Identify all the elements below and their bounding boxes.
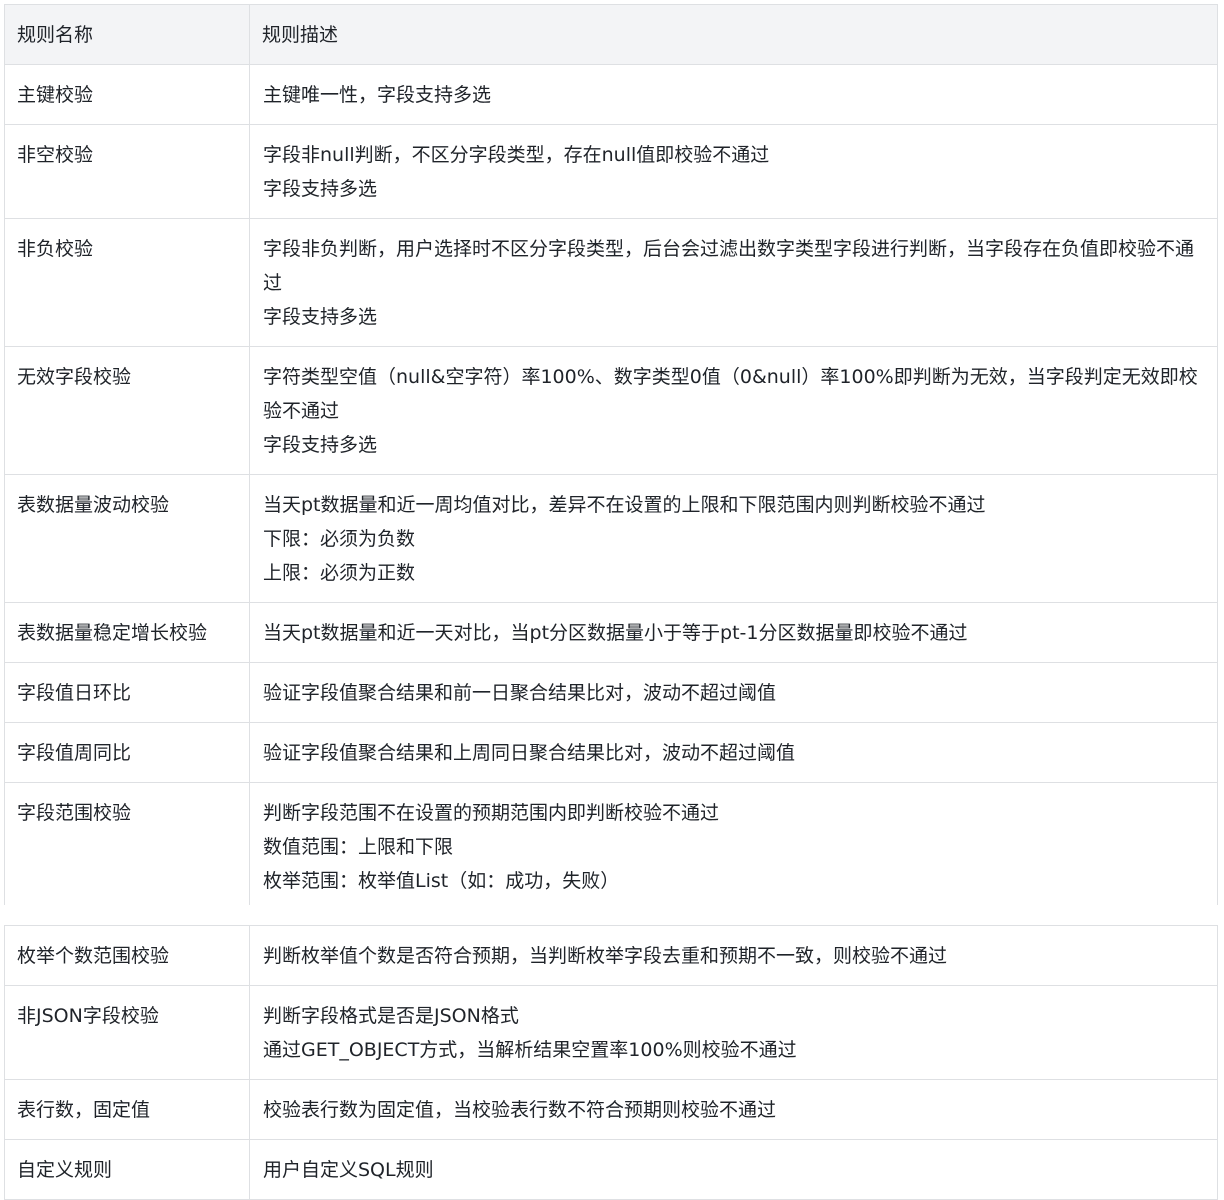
rule-name-cell: 枚举个数范围校验: [4, 925, 250, 986]
rules-table-body: 主键校验 主键唯一性，字段支持多选 非空校验 字段非null判断，不区分字段类型，存在…: [4, 64, 1218, 911]
rule-name-cell: 表行数，固定值: [4, 1079, 250, 1140]
rule-description-line: 字符类型空值（null&空字符）率100%、数字类型0值（0&null）率100…: [263, 366, 1198, 422]
rule-name-cell: 无效字段校验: [4, 346, 250, 475]
rule-description-line: 当天pt数据量和近一天对比，当pt分区数据量小于等于pt-1分区数据量即校验不通…: [263, 622, 968, 644]
rule-name-cell: 主键校验: [4, 64, 250, 125]
rule-description-line: 判断字段范围不在设置的预期范围内即判断校验不通过: [263, 802, 720, 824]
rule-description-cell: 用户自定义SQL规则: [249, 1139, 1218, 1200]
rule-description-cell: 字段非null判断，不区分字段类型，存在null值即校验不通过 字段支持多选: [249, 124, 1218, 219]
table-row: 表数据量稳定增长校验 当天pt数据量和近一天对比，当pt分区数据量小于等于pt-1…: [4, 602, 1218, 663]
rule-description-line: 字段非null判断，不区分字段类型，存在null值即校验不通过: [263, 144, 770, 166]
table-row: 表行数，固定值 校验表行数为固定值，当校验表行数不符合预期则校验不通过: [4, 1079, 1218, 1140]
rule-description-line: 字段支持多选: [263, 306, 378, 328]
rule-description-cell: 验证字段值聚合结果和前一日聚合结果比对，波动不超过阈值: [249, 662, 1218, 723]
rule-description-line: 通过GET_OBJECT方式，当解析结果空置率100%则校验不通过: [263, 1039, 797, 1061]
rule-name-cell: 自定义规则: [4, 1139, 250, 1200]
table-row: 字段值日环比 验证字段值聚合结果和前一日聚合结果比对，波动不超过阈值: [4, 662, 1218, 723]
rule-description-line: 验证字段值聚合结果和前一日聚合结果比对，波动不超过阈值: [263, 682, 777, 704]
page-break-gap: [0, 905, 1224, 925]
table-header-row: 规则名称 规则描述: [4, 4, 1218, 65]
rule-name-cell: 表数据量波动校验: [4, 474, 250, 603]
rule-description-line: 枚举范围：枚举值List（如：成功，失败）: [263, 870, 620, 892]
rule-name-cell: 非负校验: [4, 218, 250, 347]
rule-description-line: 字段支持多选: [263, 434, 378, 456]
rule-description-line: 上限：必须为正数: [263, 562, 416, 584]
table-row: 非负校验 字段非负判断，用户选择时不区分字段类型，后台会过滤出数字类型字段进行判断…: [4, 218, 1218, 347]
table-row: 无效字段校验 字符类型空值（null&空字符）率100%、数字类型0值（0&nul…: [4, 346, 1218, 475]
rule-name-cell: 字段值日环比: [4, 662, 250, 723]
rule-description-line: 主键唯一性，字段支持多选: [263, 84, 492, 106]
column-header-description: 规则描述: [249, 4, 1218, 65]
column-header-name: 规则名称: [4, 4, 250, 65]
rule-name-cell: 非JSON字段校验: [4, 985, 250, 1080]
rules-table-body-continued: 枚举个数范围校验 判断枚举值个数是否符合预期，当判断枚举字段去重和预期不一致，则校…: [4, 925, 1218, 1200]
rule-description-line: 字段非负判断，用户选择时不区分字段类型，后台会过滤出数字类型字段进行判断，当字段…: [263, 238, 1195, 294]
table-row: 枚举个数范围校验 判断枚举值个数是否符合预期，当判断枚举字段去重和预期不一致，则校…: [4, 925, 1218, 986]
rule-description-cell: 字符类型空值（null&空字符）率100%、数字类型0值（0&null）率100…: [249, 346, 1218, 475]
table-row: 表数据量波动校验 当天pt数据量和近一周均值对比，差异不在设置的上限和下限范围内则…: [4, 474, 1218, 603]
rule-description-cell: 验证字段值聚合结果和上周同日聚合结果比对，波动不超过阈值: [249, 722, 1218, 783]
rule-description-line: 判断枚举值个数是否符合预期，当判断枚举字段去重和预期不一致，则校验不通过: [263, 945, 948, 967]
table-row: 字段范围校验 判断字段范围不在设置的预期范围内即判断校验不通过 数值范围：上限和下限…: [4, 782, 1218, 911]
table-row: 自定义规则 用户自定义SQL规则: [4, 1139, 1218, 1200]
table-row: 非JSON字段校验 判断字段格式是否是JSON格式通过GET_OBJECT方式，当…: [4, 985, 1218, 1080]
table-row: 字段值周同比 验证字段值聚合结果和上周同日聚合结果比对，波动不超过阈值: [4, 722, 1218, 783]
rule-name-cell: 字段范围校验: [4, 782, 250, 911]
rules-table: 规则名称 规则描述 主键校验 主键唯一性，字段支持多选 非空校验 字段非null判断，…: [4, 4, 1218, 911]
rule-description-line: 下限：必须为负数: [263, 528, 416, 550]
rule-description-cell: 判断字段格式是否是JSON格式通过GET_OBJECT方式，当解析结果空置率10…: [249, 985, 1218, 1080]
table-row: 非空校验 字段非null判断，不区分字段类型，存在null值即校验不通过 字段支持多…: [4, 124, 1218, 219]
rule-description-cell: 判断枚举值个数是否符合预期，当判断枚举字段去重和预期不一致，则校验不通过: [249, 925, 1218, 986]
table-row: 主键校验 主键唯一性，字段支持多选: [4, 64, 1218, 125]
rule-description-line: 验证字段值聚合结果和上周同日聚合结果比对，波动不超过阈值: [263, 742, 796, 764]
rule-description-cell: 当天pt数据量和近一周均值对比，差异不在设置的上限和下限范围内则判断校验不通过下…: [249, 474, 1218, 603]
rule-description-cell: 字段非负判断，用户选择时不区分字段类型，后台会过滤出数字类型字段进行判断，当字段…: [249, 218, 1218, 347]
rule-description-line: 字段支持多选: [263, 178, 378, 200]
rule-description-line: 判断字段格式是否是JSON格式: [263, 1005, 519, 1027]
rules-page: 规则名称 规则描述 主键校验 主键唯一性，字段支持多选 非空校验 字段非null判断，…: [0, 0, 1224, 1200]
rule-description-cell: 判断字段范围不在设置的预期范围内即判断校验不通过 数值范围：上限和下限枚举范围：枚…: [249, 782, 1218, 911]
rule-description-line: 数值范围：上限和下限: [263, 836, 454, 858]
rule-description-cell: 校验表行数为固定值，当校验表行数不符合预期则校验不通过: [249, 1079, 1218, 1140]
rule-name-cell: 非空校验: [4, 124, 250, 219]
rule-description-cell: 当天pt数据量和近一天对比，当pt分区数据量小于等于pt-1分区数据量即校验不通…: [249, 602, 1218, 663]
rule-description-line: 用户自定义SQL规则: [263, 1159, 434, 1181]
rule-name-cell: 表数据量稳定增长校验: [4, 602, 250, 663]
rule-description-cell: 主键唯一性，字段支持多选: [249, 64, 1218, 125]
rule-description-line: 当天pt数据量和近一周均值对比，差异不在设置的上限和下限范围内则判断校验不通过: [263, 494, 986, 516]
rule-description-line: 校验表行数为固定值，当校验表行数不符合预期则校验不通过: [263, 1099, 777, 1121]
rules-table-continued: 枚举个数范围校验 判断枚举值个数是否符合预期，当判断枚举字段去重和预期不一致，则校…: [4, 925, 1218, 1200]
rule-name-cell: 字段值周同比: [4, 722, 250, 783]
